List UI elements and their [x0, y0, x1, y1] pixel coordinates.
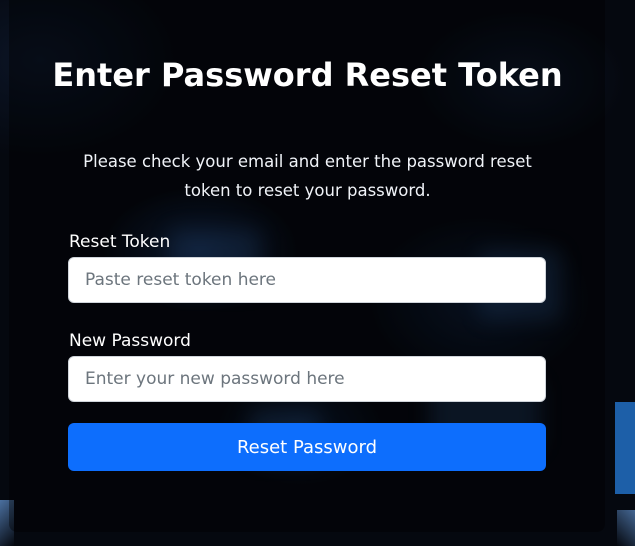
- new-password-label: New Password: [69, 331, 191, 351]
- background-edge-bar: [615, 402, 635, 494]
- reset-password-button[interactable]: Reset Password: [68, 423, 546, 471]
- background-glint: [617, 510, 635, 546]
- page-title: Enter Password Reset Token: [52, 56, 563, 94]
- instructions-text: Please check your email and enter the pa…: [83, 152, 532, 200]
- reset-token-label: Reset Token: [69, 232, 171, 252]
- reset-token-input[interactable]: [68, 257, 546, 303]
- page-background: Enter Password Reset Token Please check …: [0, 0, 635, 546]
- new-password-input[interactable]: [68, 356, 546, 402]
